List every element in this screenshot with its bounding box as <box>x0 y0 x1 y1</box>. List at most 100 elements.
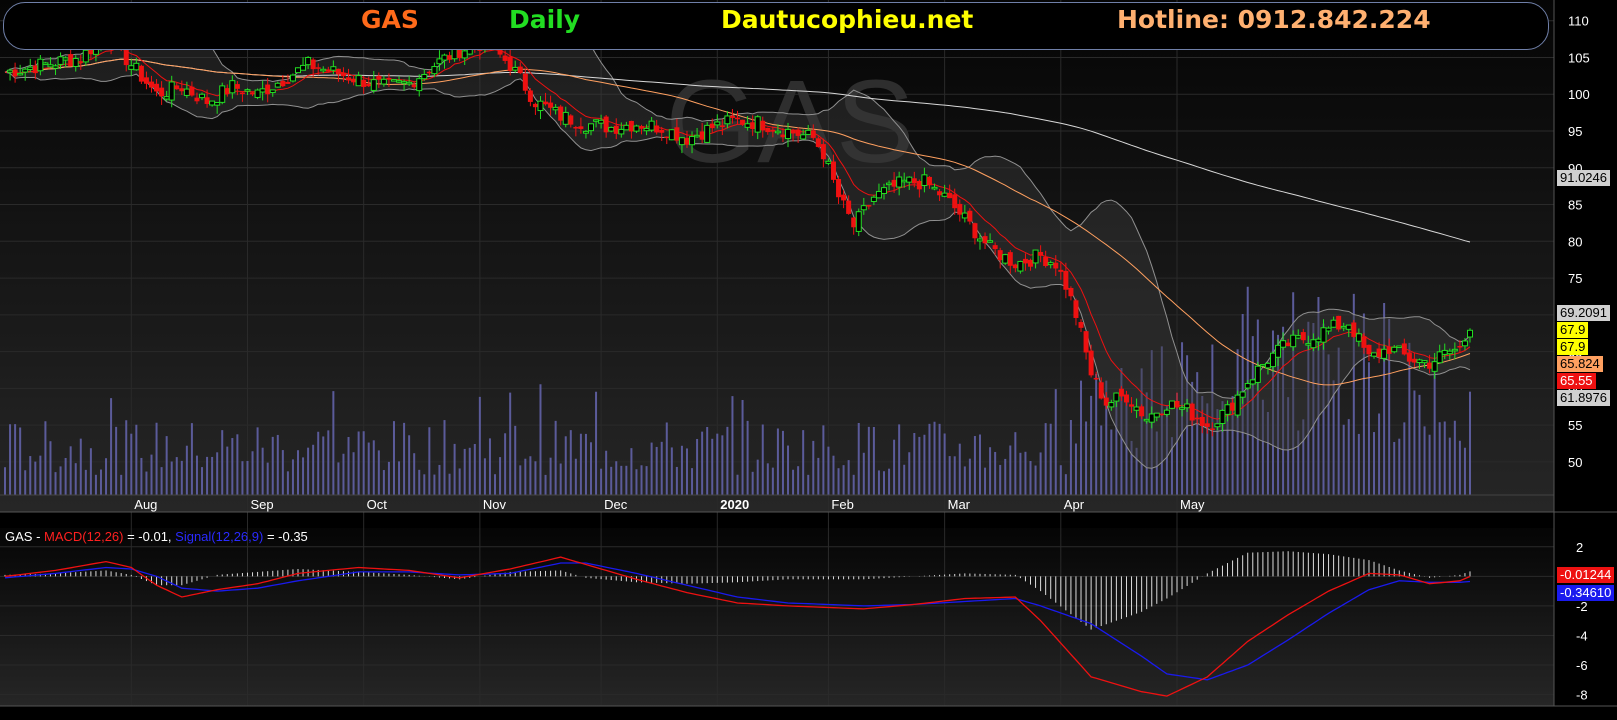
candle-body <box>967 210 973 222</box>
badge-close-2: 67.9 <box>1557 339 1589 355</box>
candle-body <box>875 190 882 199</box>
x-tick-label: Oct <box>367 497 388 512</box>
candle-body <box>1391 346 1398 353</box>
candle-body <box>1320 327 1327 343</box>
candle-body <box>532 103 538 108</box>
candle-body <box>1244 383 1251 389</box>
candle-body <box>800 134 807 140</box>
candle-body <box>128 65 135 70</box>
candle-body <box>1361 336 1367 348</box>
candle-body <box>335 68 341 75</box>
candle-body <box>1103 397 1109 406</box>
candle-body <box>754 116 761 133</box>
candle-body <box>1431 361 1438 372</box>
candle-body <box>1254 365 1261 383</box>
macd-y-tick-label: -6 <box>1576 658 1588 673</box>
candle-body <box>1073 300 1079 318</box>
header-banner: GAS Daily Dautucophieu.net Hotline: 0912… <box>3 2 1549 50</box>
candle-body <box>406 81 413 85</box>
candle-body <box>1038 251 1044 256</box>
candle-body <box>219 85 226 103</box>
x-tick-label: Sep <box>250 497 273 512</box>
macd-legend-prefix: GAS - <box>5 529 45 544</box>
candle-body <box>42 62 49 65</box>
candle-body <box>1194 417 1200 420</box>
candle-body <box>411 84 417 88</box>
candle-body <box>1234 394 1241 416</box>
candle-body <box>906 176 913 183</box>
y-tick-label: 85 <box>1568 198 1582 213</box>
candle-body <box>543 101 549 105</box>
candle-body <box>1249 379 1256 385</box>
candle-body <box>289 74 296 82</box>
candle-body <box>972 223 978 239</box>
x-tick-label: Dec <box>604 497 628 512</box>
candle-body <box>522 73 528 91</box>
candle-body <box>836 179 842 198</box>
candle-body <box>1441 349 1448 355</box>
candle-body <box>639 126 645 129</box>
candle-body <box>390 79 397 82</box>
y-tick-label: 105 <box>1568 50 1590 65</box>
candle-body <box>1209 428 1215 430</box>
ticker-title: GAS <box>361 5 419 34</box>
candle-body <box>259 88 266 93</box>
candle-body <box>659 129 665 133</box>
candle-body <box>1153 412 1160 418</box>
candle-body <box>1189 403 1195 421</box>
candle-body <box>527 90 533 102</box>
candle-body <box>269 89 276 94</box>
candle-body <box>1118 388 1124 397</box>
y-tick-label: 95 <box>1568 124 1582 139</box>
candle-body <box>678 137 685 146</box>
candle-body <box>740 119 746 125</box>
candle-body <box>795 129 801 136</box>
candle-body <box>1078 322 1084 328</box>
candle-body <box>704 124 711 143</box>
site-title: Dautucophieu.net <box>721 5 974 34</box>
candle-body <box>239 92 245 95</box>
candle-body <box>174 85 180 90</box>
candle-body <box>143 77 149 84</box>
candle-body <box>159 87 165 97</box>
candle-body <box>47 64 54 68</box>
candle-body <box>280 80 286 87</box>
candle-body <box>17 72 24 76</box>
candle-body <box>1098 382 1104 399</box>
candle-body <box>623 124 630 131</box>
candle-body <box>1143 418 1150 422</box>
candle-body <box>1168 400 1175 409</box>
candle-body <box>7 69 14 73</box>
candle-body <box>274 82 281 88</box>
candle-body <box>1371 352 1378 357</box>
candle-body <box>1275 344 1282 358</box>
candle-body <box>1139 406 1145 417</box>
candle-body <box>1269 352 1276 368</box>
macd-legend: GAS - MACD(12,26) = -0.01, Signal(12,26,… <box>5 529 308 544</box>
candle-body <box>1002 254 1009 264</box>
candle-body <box>1239 391 1246 398</box>
candle-body <box>1325 327 1332 332</box>
candle-body <box>1123 394 1129 403</box>
candle-body <box>1219 409 1226 425</box>
candle-body <box>841 194 847 201</box>
candle-body <box>72 57 79 67</box>
candle-body <box>765 127 771 133</box>
candle-body <box>911 178 917 184</box>
candle-body <box>552 106 559 111</box>
candle-body <box>785 128 792 140</box>
candle-body <box>214 102 221 106</box>
candle-body <box>578 126 584 129</box>
candle-body <box>457 48 463 59</box>
candle-body <box>68 54 74 67</box>
candle-body <box>168 81 175 101</box>
candle-body <box>921 174 928 186</box>
candle-body <box>502 55 508 61</box>
candle-body <box>997 250 1003 261</box>
period-title: Daily <box>509 5 581 34</box>
candle-body <box>810 130 816 138</box>
candle-body <box>204 97 210 104</box>
candle-body <box>664 136 670 139</box>
candle-body <box>1290 334 1297 348</box>
candle-body <box>1088 350 1094 376</box>
